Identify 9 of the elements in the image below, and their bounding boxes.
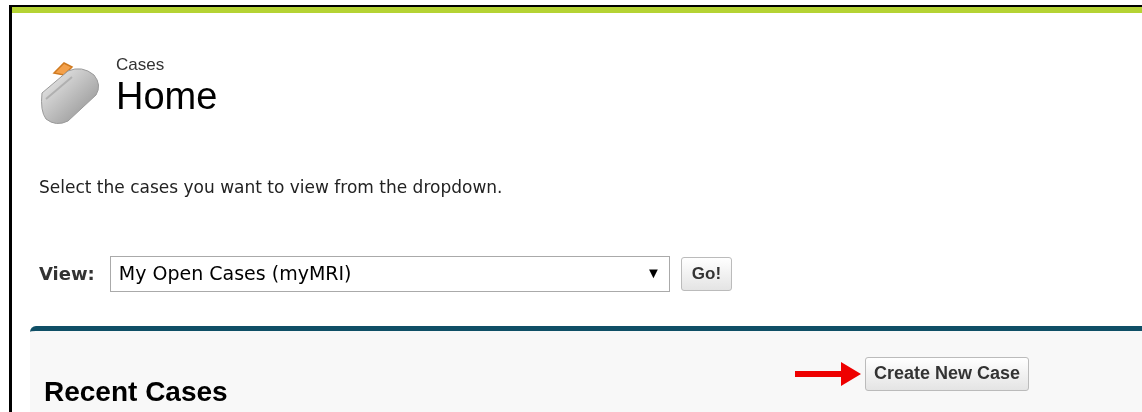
create-new-case-button[interactable]: Create New Case [865,356,1030,391]
arrow-icon [795,361,861,386]
page-title: Home [116,75,218,117]
panel-title: Recent Cases [44,374,228,409]
object-label: Cases [116,55,166,75]
view-label: View: [39,262,95,286]
view-dropdown[interactable]: My Open Cases (myMRI) ▼ [109,255,670,292]
intro-text: Select the cases you want to view from the dropdown. [39,176,504,199]
go-button[interactable]: Go! [680,256,733,291]
